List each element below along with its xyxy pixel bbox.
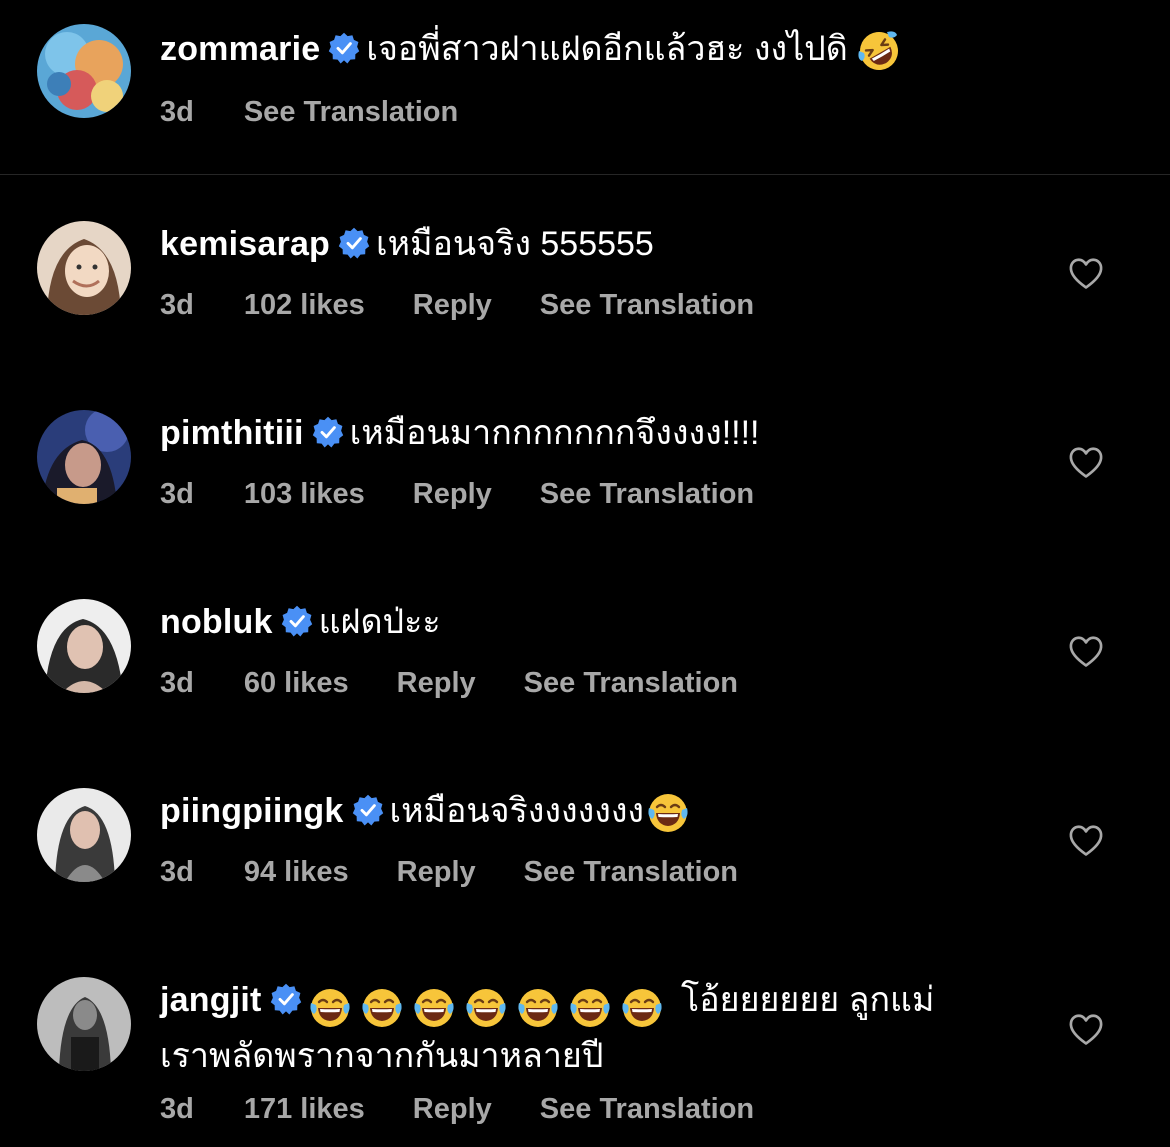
- verified-badge-icon: [352, 794, 384, 826]
- verified-badge-icon: [338, 227, 370, 259]
- see-translation-button[interactable]: See Translation: [540, 289, 754, 321]
- reply-button[interactable]: Reply: [397, 667, 476, 699]
- avatar[interactable]: [37, 788, 131, 882]
- avatar[interactable]: [37, 410, 131, 504]
- comment-text: เหมือนจริง 555555: [376, 225, 654, 263]
- likes-count[interactable]: 102 likes: [244, 289, 365, 321]
- tears-of-joy-emoji: [516, 986, 560, 1030]
- username[interactable]: kemisarap: [160, 225, 330, 263]
- username[interactable]: nobluk: [160, 603, 273, 641]
- emoji-group: [308, 981, 672, 1031]
- comment-time: 3d: [160, 667, 194, 699]
- heart-outline-icon[interactable]: [1067, 255, 1105, 293]
- tears-of-joy-emoji: [412, 986, 456, 1030]
- comment-meta: 3d 171 likes Reply See Translation: [160, 1091, 802, 1127]
- comment-text: เจอพี่สาวฝาแฝดอีกแล้วฮะ งงไปดิ: [366, 30, 848, 68]
- likes-count[interactable]: 103 likes: [244, 478, 365, 510]
- verified-badge-icon: [312, 416, 344, 448]
- comment-text: เหมือนจริงงงงงงง: [389, 792, 645, 830]
- tears-of-joy-emoji: [620, 986, 664, 1030]
- reply-button[interactable]: Reply: [397, 856, 476, 888]
- verified-badge-icon: [270, 983, 302, 1015]
- tears-of-joy-emoji: [646, 791, 690, 835]
- comment-body: nobluk แฝดป่ะะ: [160, 597, 1030, 647]
- avatar[interactable]: [37, 977, 131, 1071]
- tears-of-joy-emoji: [568, 986, 612, 1030]
- see-translation-button[interactable]: See Translation: [524, 667, 738, 699]
- username[interactable]: jangjit: [160, 981, 262, 1019]
- comment-meta: 3d See Translation: [160, 94, 506, 130]
- tears-of-joy-emoji: [360, 986, 404, 1030]
- divider: [0, 174, 1170, 175]
- comment-body: pimthitiii เหมือนมากกกกกกกจึงงงง!!!!: [160, 408, 1030, 458]
- comment-body: zommarie เจอพี่สาวฝาแฝดอีกแล้วฮะ งงไปดิ: [160, 24, 1030, 74]
- comment-meta: 3d 103 likes Reply See Translation: [160, 476, 802, 512]
- username[interactable]: zommarie: [160, 30, 320, 68]
- comment-time: 3d: [160, 856, 194, 888]
- reply-button[interactable]: Reply: [413, 478, 492, 510]
- comment-body: piingpiingk เหมือนจริงงงงงงง: [160, 786, 1030, 836]
- rolling-on-floor-laughing-emoji: [857, 29, 901, 73]
- comment-meta: 3d 60 likes Reply See Translation: [160, 665, 786, 701]
- likes-count[interactable]: 60 likes: [244, 667, 349, 699]
- tears-of-joy-emoji: [464, 986, 508, 1030]
- see-translation-button[interactable]: See Translation: [540, 1093, 754, 1125]
- see-translation-button[interactable]: See Translation: [540, 478, 754, 510]
- comment-body: kemisarap เหมือนจริง 555555: [160, 219, 1030, 269]
- avatar[interactable]: [37, 24, 131, 118]
- comment-meta: 3d 94 likes Reply See Translation: [160, 854, 786, 890]
- username[interactable]: pimthitiii: [160, 414, 304, 452]
- heart-outline-icon[interactable]: [1067, 1011, 1105, 1049]
- verified-badge-icon: [328, 32, 360, 64]
- comment-time: 3d: [160, 289, 194, 321]
- comment-body: jangjit โอ้ยยยยยย ลูกแม่เราพลัดพรากจากกั…: [160, 975, 980, 1081]
- see-translation-button[interactable]: See Translation: [524, 856, 738, 888]
- see-translation-button[interactable]: See Translation: [244, 96, 458, 128]
- comment-text: แฝดป่ะะ: [318, 603, 441, 641]
- comment-meta: 3d 102 likes Reply See Translation: [160, 287, 802, 323]
- comment-time: 3d: [160, 1093, 194, 1125]
- comment-time: 3d: [160, 96, 194, 128]
- comment-time: 3d: [160, 478, 194, 510]
- comment-text: เหมือนมากกกกกกกจึงงงง!!!!: [349, 414, 760, 452]
- heart-outline-icon[interactable]: [1067, 444, 1105, 482]
- likes-count[interactable]: 171 likes: [244, 1093, 365, 1125]
- avatar[interactable]: [37, 221, 131, 315]
- likes-count[interactable]: 94 likes: [244, 856, 349, 888]
- tears-of-joy-emoji: [308, 986, 352, 1030]
- avatar[interactable]: [37, 599, 131, 693]
- reply-button[interactable]: Reply: [413, 289, 492, 321]
- verified-badge-icon: [281, 605, 313, 637]
- username[interactable]: piingpiingk: [160, 792, 344, 830]
- heart-outline-icon[interactable]: [1067, 822, 1105, 860]
- reply-button[interactable]: Reply: [413, 1093, 492, 1125]
- heart-outline-icon[interactable]: [1067, 633, 1105, 671]
